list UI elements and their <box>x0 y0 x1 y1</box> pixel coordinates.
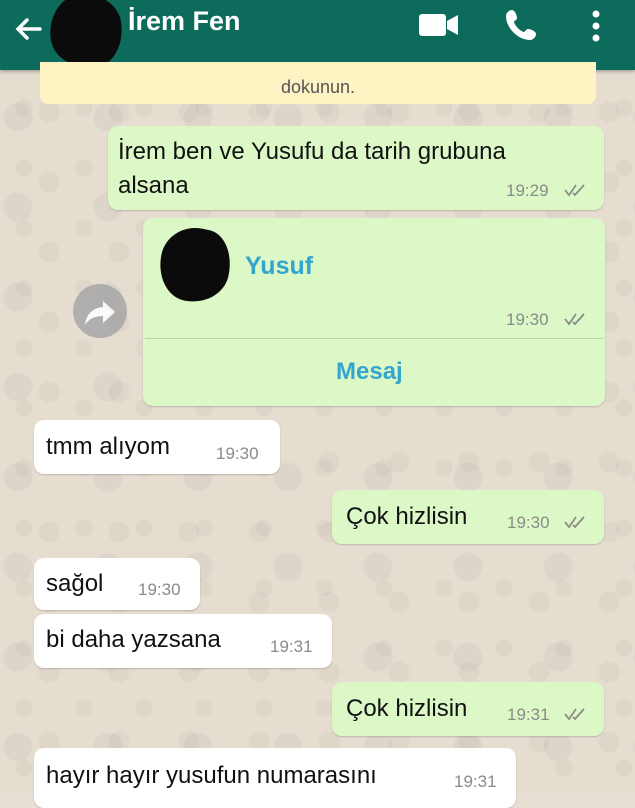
divider <box>145 338 603 339</box>
chat-header: İrem Fen <box>0 0 635 73</box>
message-bubble-out[interactable]: Çok hizlisin 19:31 <box>332 682 604 736</box>
double-check-icon <box>564 708 585 721</box>
video-call-icon[interactable] <box>418 12 460 43</box>
message-text: tmm alıyom <box>46 433 171 460</box>
message-time: 19:31 <box>270 637 313 656</box>
double-check-icon <box>564 516 585 529</box>
message-time: 19:31 <box>507 705 550 724</box>
message-text: Çok hizlisin <box>346 695 468 722</box>
message-text: hayır hayır yusufun numarasını <box>46 762 377 789</box>
message-time: 19:30 <box>507 513 550 532</box>
message-bubble-out[interactable]: İrem ben ve Yusufu da tarih grubuna alsa… <box>108 126 604 210</box>
phone-icon[interactable] <box>506 8 538 47</box>
banner-text: dokunun. <box>280 77 356 97</box>
message-contact-button[interactable]: Mesaj <box>336 358 403 386</box>
message-time: 19:31 <box>454 772 497 791</box>
forward-icon[interactable] <box>73 284 127 338</box>
message-bubble-in[interactable]: hayır hayır yusufun numarasını 19:31 <box>34 748 516 808</box>
contact-name[interactable]: Yusuf <box>245 252 313 281</box>
message-bubble-in[interactable]: tmm alıyom 19:30 <box>34 420 280 474</box>
encryption-notice-banner[interactable]: dokunun. <box>40 62 596 104</box>
message-bubble-in[interactable]: sağol 19:30 <box>34 558 200 610</box>
message-text: sağol <box>46 570 104 597</box>
message-time: 19:30 <box>216 444 259 463</box>
message-text: alsana <box>118 172 189 199</box>
more-options-icon[interactable] <box>590 10 602 47</box>
message-time: 19:30 <box>138 580 181 599</box>
double-check-icon <box>564 313 585 326</box>
back-arrow-icon[interactable] <box>10 12 46 48</box>
message-bubble-in[interactable]: bi daha yazsana 19:31 <box>34 614 332 668</box>
message-text: bi daha yazsana <box>46 626 221 653</box>
message-time: 19:30 <box>506 310 549 329</box>
message-time: 19:29 <box>506 181 549 200</box>
contact-title[interactable]: İrem Fen <box>128 6 241 37</box>
message-text: Çok hizlisin <box>346 503 468 530</box>
message-bubble-out[interactable]: Çok hizlisin 19:30 <box>332 490 604 544</box>
message-text: İrem ben ve Yusufu da tarih grubuna <box>118 138 506 165</box>
double-check-icon <box>564 184 585 197</box>
